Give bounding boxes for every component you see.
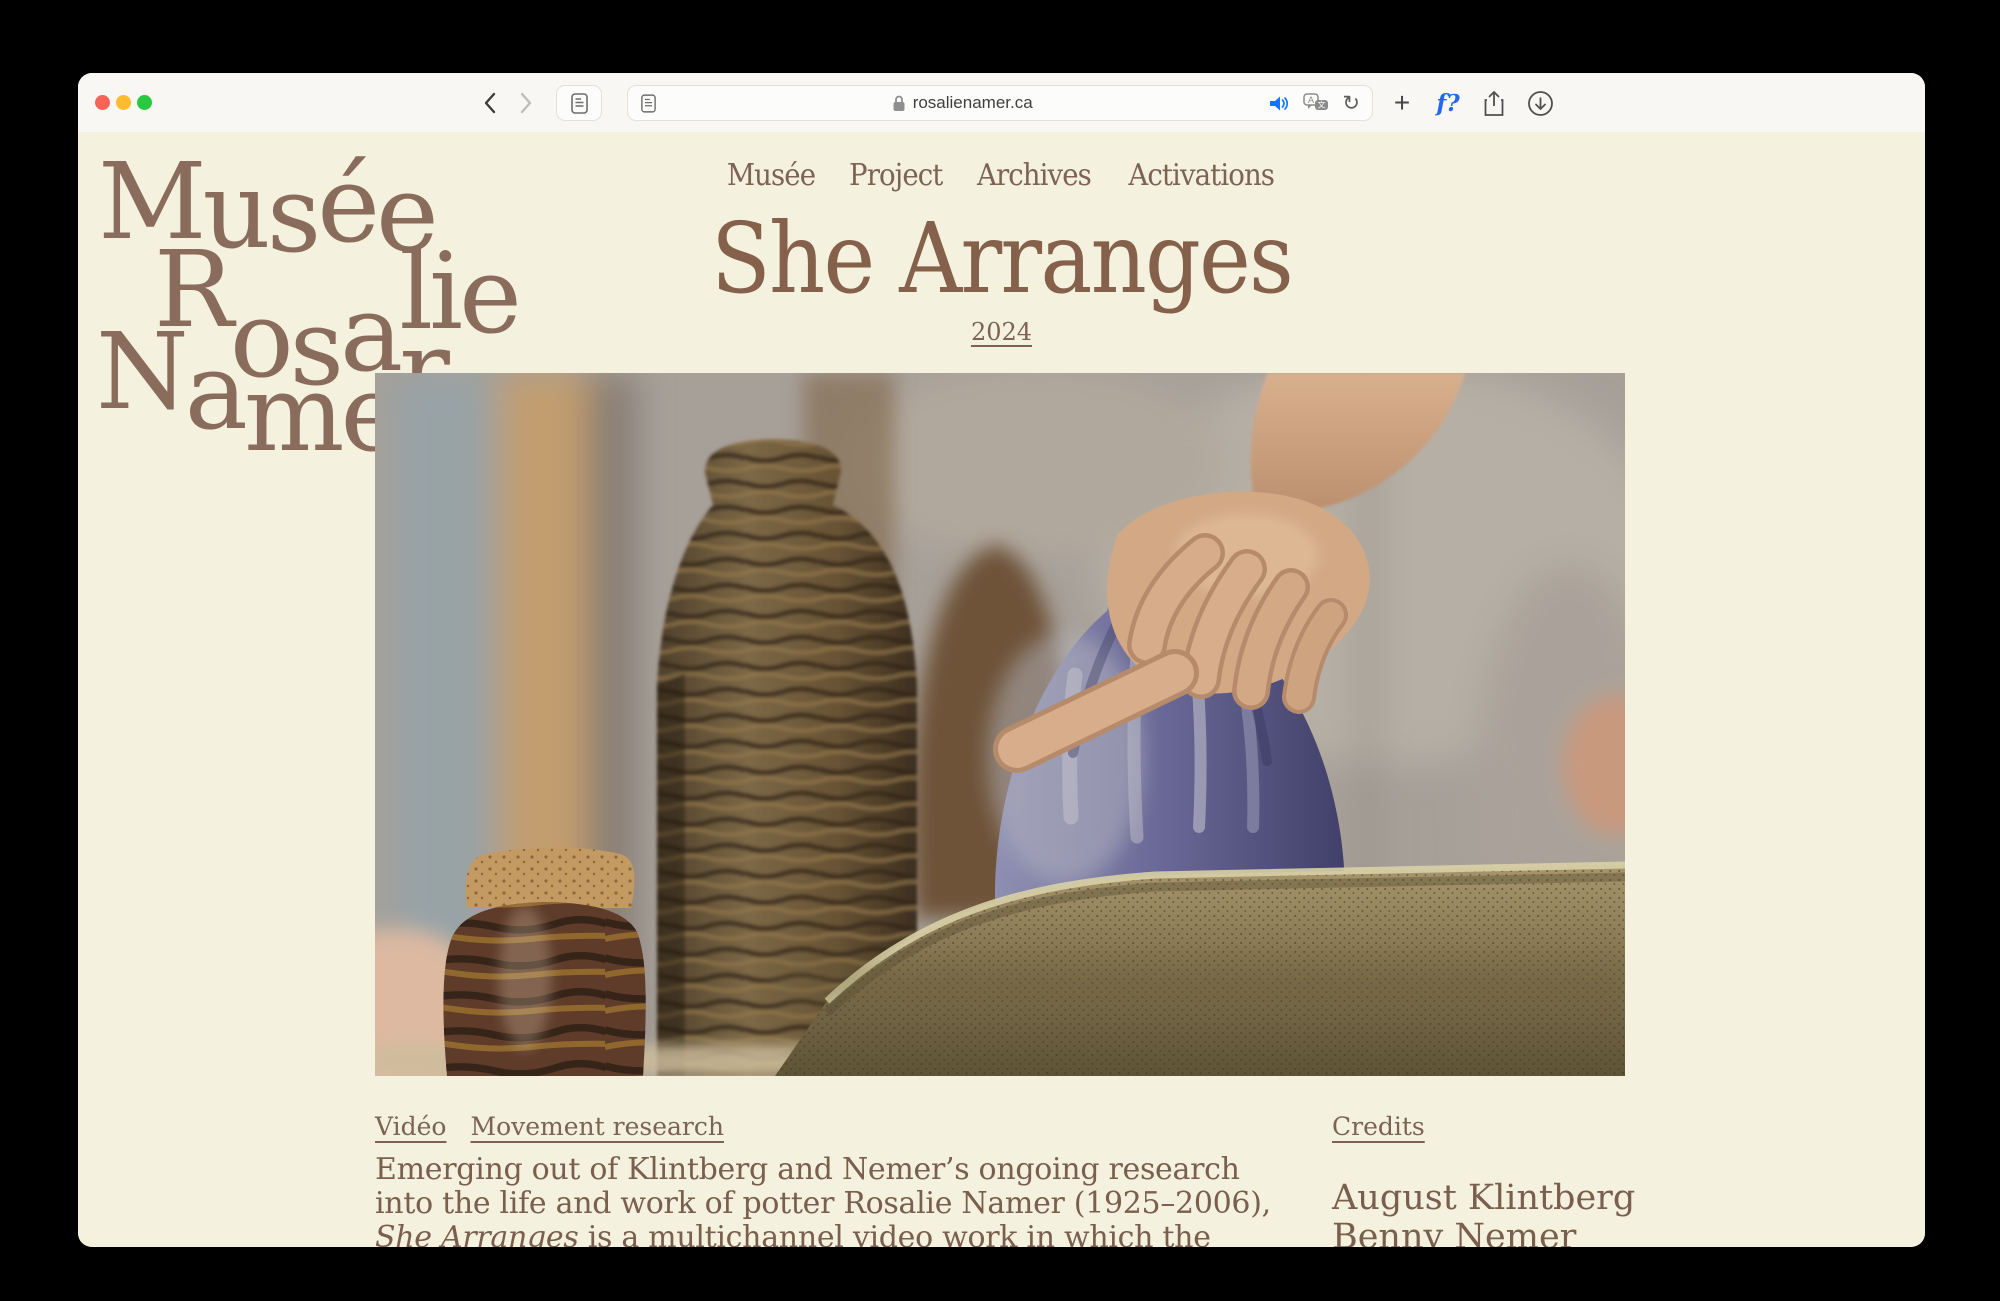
svg-text:A: A <box>1308 95 1314 105</box>
share-button[interactable] <box>1478 83 1510 123</box>
description-text: Emerging out of Klintberg and Nemer’s on… <box>375 1152 1271 1221</box>
chevron-left-icon <box>482 92 498 114</box>
share-icon <box>1483 90 1505 117</box>
back-button[interactable] <box>478 91 502 115</box>
minimize-window-button[interactable] <box>116 95 131 110</box>
browser-toolbar: rosalienamer.ca A 文 ↻ <box>78 73 1925 133</box>
nav-item-archives[interactable]: Archives <box>977 158 1091 193</box>
video-link[interactable]: Vidéo <box>375 1112 446 1141</box>
reload-icon[interactable]: ↻ <box>1342 91 1360 115</box>
nav-item-project[interactable]: Project <box>849 158 942 193</box>
toolbar-actions: + f? <box>1386 83 1556 123</box>
browser-window: rosalienamer.ca A 文 ↻ <box>78 73 1925 1247</box>
reader-icon[interactable] <box>641 94 656 113</box>
sidebar-button[interactable] <box>556 85 602 121</box>
forward-button[interactable] <box>514 91 538 115</box>
sidebar-icon <box>571 93 588 114</box>
downloads-button[interactable] <box>1524 83 1556 123</box>
credits-section: Credits August Klintberg Benny Nemer Ste… <box>1332 1112 1662 1247</box>
zoom-window-button[interactable] <box>137 95 152 110</box>
url-text: rosalienamer.ca <box>913 93 1033 113</box>
description-title-italic: She Arranges <box>375 1220 578 1247</box>
year-row: 2024 <box>78 318 1925 346</box>
main-navigation: Musée Project Archives Activations <box>78 158 1925 193</box>
address-bar[interactable]: rosalienamer.ca A 文 ↻ <box>627 85 1373 121</box>
webpage: Musée Rosalie Namer Musée Project Archiv… <box>78 132 1925 1247</box>
hero-image-pottery-video-still <box>375 373 1625 1076</box>
extension-icon: f? <box>1436 90 1459 117</box>
extension-button[interactable]: f? <box>1432 83 1464 123</box>
credits-names: August Klintberg Benny Nemer Stephen Th <box>1332 1179 1662 1247</box>
plus-icon: + <box>1394 87 1410 119</box>
movement-research-link[interactable]: Movement research <box>470 1112 724 1141</box>
download-icon <box>1527 90 1554 117</box>
credit-name: Benny Nemer <box>1332 1218 1662 1247</box>
chevron-right-icon <box>518 92 534 114</box>
lock-icon <box>892 94 906 112</box>
translate-icon[interactable]: A 文 <box>1303 93 1329 113</box>
desktop-background: rosalienamer.ca A 文 ↻ <box>0 0 2000 1301</box>
nav-item-activations[interactable]: Activations <box>1128 158 1274 193</box>
page-title: She Arranges <box>170 210 1832 307</box>
credit-name: August Klintberg <box>1332 1179 1662 1218</box>
svg-text:文: 文 <box>1318 100 1326 110</box>
new-tab-button[interactable]: + <box>1386 83 1418 123</box>
audio-playing-icon[interactable] <box>1268 94 1290 113</box>
close-window-button[interactable] <box>95 95 110 110</box>
credits-link[interactable]: Credits <box>1332 1112 1425 1141</box>
nav-item-musee[interactable]: Musée <box>726 158 814 193</box>
year-link[interactable]: 2024 <box>971 318 1032 346</box>
media-links: Vidéo Movement research <box>375 1112 724 1141</box>
project-description: Emerging out of Klintberg and Nemer’s on… <box>375 1153 1305 1247</box>
